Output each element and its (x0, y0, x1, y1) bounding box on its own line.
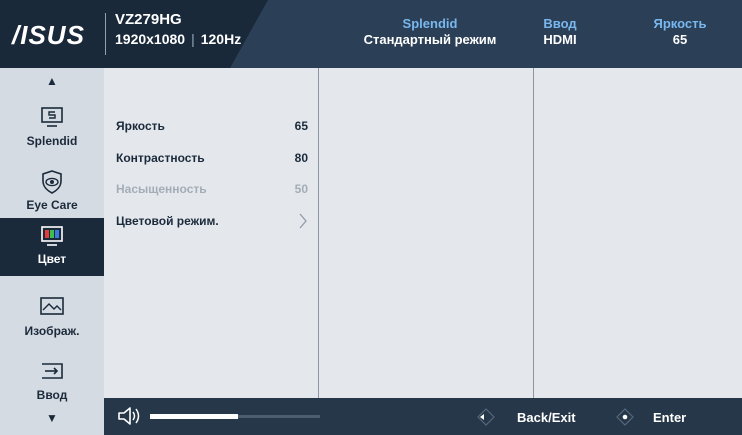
joystick-press-icon (616, 408, 634, 426)
setting-saturation: Насыщенность 50 (116, 182, 312, 202)
resolution: 1920x1080 (115, 31, 186, 47)
status-splendid-key: Splendid (402, 16, 458, 31)
nav-item-input[interactable]: Ввод (0, 354, 104, 418)
main-menu-sidebar: ▲ Splendid Eye Care Цвет Изображ. Ввод ▼ (0, 68, 104, 435)
panel-divider (533, 68, 534, 398)
status-brightness-value: 65 (672, 32, 688, 47)
status-input-key: Ввод (543, 16, 577, 31)
scroll-up-arrow-icon[interactable]: ▲ (0, 74, 104, 88)
status-splendid: Splendid Стандартный режим (350, 16, 510, 48)
setting-label: Яркость (116, 119, 165, 133)
splendid-icon (41, 107, 63, 127)
asus-logo-graphic: /ISUS (11, 21, 85, 49)
setting-value: 65 (294, 119, 308, 133)
setting-label: Цветовой режим. (116, 214, 219, 228)
volume-slider-fill (150, 414, 238, 419)
back-exit-hint: Back/Exit (517, 410, 576, 425)
nav-item-color[interactable]: Цвет (0, 218, 104, 276)
setting-label: Контрастность (116, 151, 205, 165)
nav-item-image[interactable]: Изображ. (0, 290, 104, 354)
nav-item-label: Изображ. (24, 324, 80, 338)
subsubmenu-panel (534, 68, 742, 398)
scroll-down-arrow-icon[interactable]: ▼ (0, 411, 104, 425)
setting-color-mode[interactable]: Цветовой режим. (116, 213, 312, 234)
monitor-spec: 1920x1080 | 120Hz (115, 30, 241, 48)
nav-item-label: Eye Care (26, 198, 78, 212)
volume-icon (118, 407, 140, 425)
joystick-left-icon (477, 408, 495, 426)
color-icon (41, 226, 63, 246)
asus-logo: /ISUS (10, 21, 94, 49)
image-icon (40, 297, 64, 315)
status-input-value: HDMI (543, 32, 577, 47)
setting-contrast[interactable]: Контрастность 80 (116, 151, 312, 171)
status-brightness: Яркость 65 (640, 16, 720, 48)
status-brightness-key: Яркость (653, 16, 707, 31)
input-icon (42, 363, 63, 379)
monitor-model: VZ279HG (115, 11, 182, 28)
setting-label: Насыщенность (116, 182, 207, 196)
chevron-right-icon (299, 213, 307, 229)
enter-hint: Enter (653, 410, 687, 425)
status-splendid-value: Стандартный режим (363, 32, 497, 47)
eye-care-icon (42, 170, 62, 194)
nav-item-label: Цвет (37, 252, 67, 266)
submenu-panel (319, 68, 533, 398)
nav-item-splendid[interactable]: Splendid (0, 100, 104, 164)
spec-separator: | (191, 31, 195, 47)
status-input: Ввод HDMI (520, 16, 600, 48)
logo-text: /ISUS (11, 21, 85, 49)
panel-divider (318, 68, 319, 398)
setting-value: 50 (294, 182, 308, 196)
nav-item-label: Ввод (36, 388, 68, 402)
monitor-osd: /ISUS VZ279HG 1920x1080 | 120Hz Splendid С… (0, 0, 742, 435)
header-divider (105, 13, 106, 55)
nav-item-label: Splendid (26, 134, 78, 148)
setting-brightness[interactable]: Яркость 65 (116, 119, 312, 139)
refresh-rate: 120Hz (200, 31, 242, 47)
setting-value: 80 (294, 151, 308, 165)
